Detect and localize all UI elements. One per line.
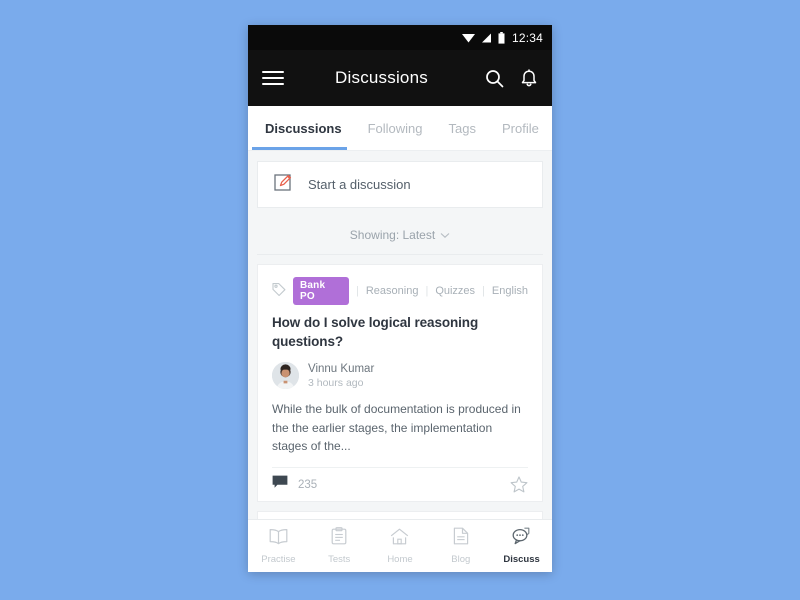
avatar[interactable] — [272, 362, 299, 390]
showing-filter-label: Showing: Latest — [349, 227, 436, 242]
tab-discussions[interactable]: Discussions — [252, 106, 355, 150]
tab-profile[interactable]: Profile — [489, 106, 552, 150]
nav-item-practise[interactable]: Practise — [248, 520, 309, 572]
nav-item-home[interactable]: Home — [370, 520, 431, 572]
author-name[interactable]: Vinnu Kumar — [308, 363, 374, 375]
nav-label-practise: Practise — [261, 553, 296, 565]
active-tab-indicator — [252, 147, 347, 150]
discuss-bubbles-icon — [512, 527, 531, 550]
post-timestamp: 3 hours ago — [308, 376, 364, 389]
discussion-excerpt: While the bulk of documentation is produ… — [272, 402, 521, 454]
comments-button[interactable]: 235 — [272, 475, 317, 494]
comment-bubble-icon — [272, 475, 288, 494]
tag-link[interactable]: Reasoning — [366, 285, 419, 297]
search-icon[interactable] — [485, 69, 504, 88]
signal-icon — [481, 33, 492, 43]
discussions-feed[interactable]: Start a discussion Showing: Latest Bank … — [248, 151, 552, 572]
tag-separator: | — [482, 285, 485, 297]
tag-link[interactable]: Quizzes — [435, 285, 475, 297]
nav-label-home: Home — [387, 553, 413, 565]
compose-wrapper: Start a discussion — [248, 151, 552, 208]
document-icon — [453, 527, 469, 550]
tab-following[interactable]: Following — [355, 106, 436, 150]
nav-item-discuss[interactable]: Discuss — [491, 520, 552, 572]
nav-label-tests: Tests — [328, 554, 351, 565]
category-badge[interactable]: Bank PO — [293, 277, 349, 305]
tag-separator: | — [425, 285, 429, 297]
tag-separator: | — [356, 285, 359, 297]
tag-link[interactable]: English — [492, 285, 528, 297]
phone-frame: 12:34 Discussions Discussions Following … — [248, 25, 552, 572]
star-outline-icon[interactable] — [510, 476, 528, 493]
tag-icon — [272, 282, 286, 301]
discussion-title[interactable]: How do I solve logical reasoning questio… — [272, 314, 528, 351]
chevron-down-icon — [440, 226, 450, 244]
nav-item-tests[interactable]: Tests — [309, 520, 370, 572]
app-bar: Discussions — [248, 50, 552, 106]
nav-label-discuss: Discuss — [503, 554, 540, 565]
start-discussion-label: Start a discussion — [308, 177, 411, 192]
tab-bar: Discussions Following Tags Profile — [248, 106, 552, 151]
tag-row: Bank PO | Reasoning | Quizzes | English — [272, 277, 528, 305]
clipboard-icon — [331, 527, 347, 550]
start-discussion-button[interactable]: Start a discussion — [257, 161, 543, 208]
nav-label-blog: Blog — [451, 554, 471, 565]
wifi-icon — [461, 33, 475, 43]
tab-tags[interactable]: Tags — [436, 106, 489, 150]
edit-pencil-icon — [274, 172, 294, 197]
status-time: 12:34 — [511, 30, 543, 45]
comment-count: 235 — [298, 478, 318, 491]
book-icon — [269, 528, 288, 550]
bell-icon[interactable] — [520, 68, 538, 88]
home-icon — [390, 528, 409, 550]
battery-icon — [498, 31, 505, 44]
bottom-navigation: Practise Tests Home Blog Discuss — [248, 519, 552, 572]
nav-item-blog[interactable]: Blog — [430, 520, 491, 572]
app-bar-actions — [485, 68, 538, 88]
author-meta: Vinnu Kumar 3 hours ago — [308, 363, 374, 389]
discussion-card[interactable]: Bank PO | Reasoning | Quizzes | English … — [257, 264, 543, 503]
card-footer: 235 — [272, 467, 528, 501]
author-row: Vinnu Kumar 3 hours ago — [272, 362, 528, 390]
showing-filter[interactable]: Showing: Latest — [257, 215, 543, 255]
page-title: Discussions — [335, 68, 428, 87]
status-bar: 12:34 — [248, 25, 552, 50]
